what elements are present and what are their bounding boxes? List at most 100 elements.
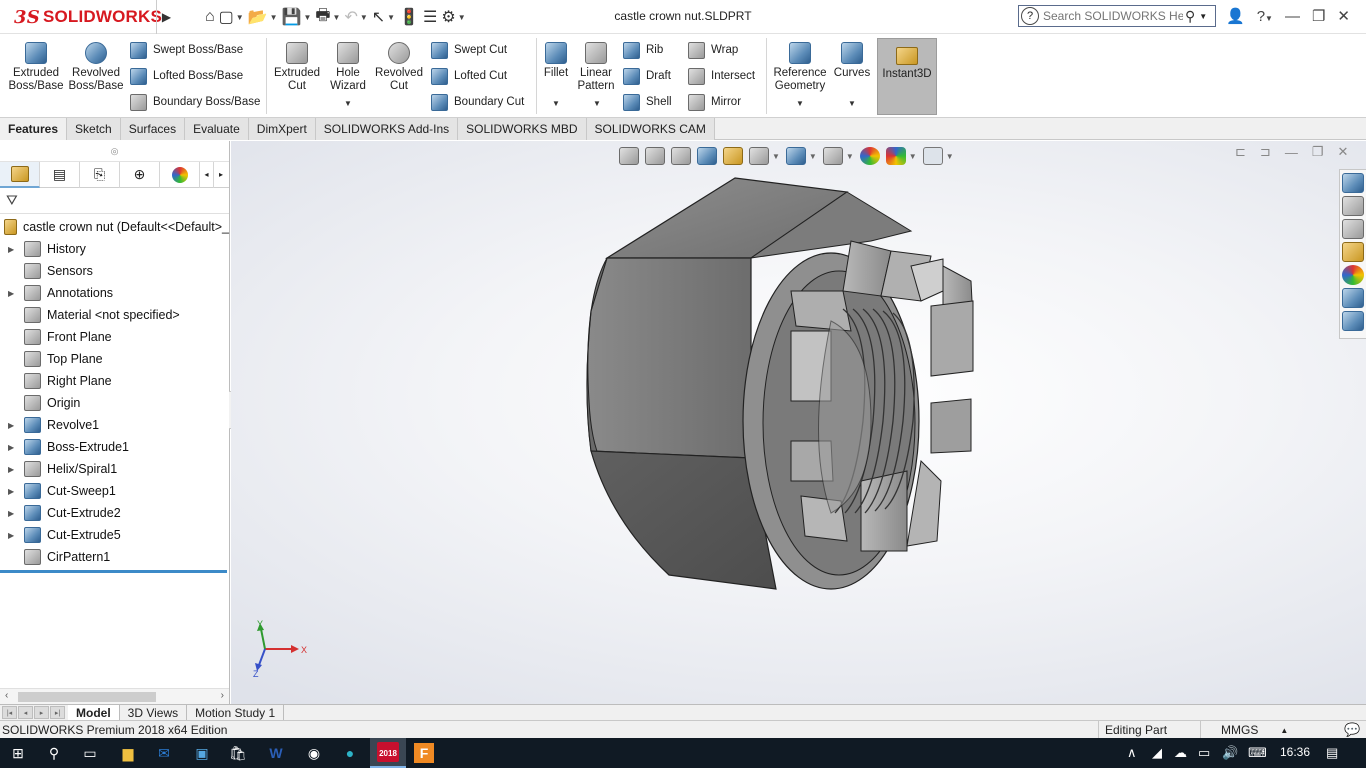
view-palette-icon[interactable] [1342, 242, 1364, 262]
appearances-scenes-icon[interactable] [1342, 265, 1364, 285]
wifi-icon[interactable]: ◢ [1152, 745, 1162, 761]
reference-geometry-dropdown-icon[interactable]: ▼ [796, 99, 804, 108]
solidworks-logo[interactable]: 3S SOLIDWORKS [14, 4, 162, 30]
word-icon[interactable]: W [264, 741, 288, 765]
menu-expand-arrow-icon[interactable]: ▶ [156, 0, 176, 34]
notifications-icon[interactable]: ▤ [1326, 745, 1338, 761]
scroll-right-icon[interactable]: › [221, 690, 224, 701]
task-view-icon[interactable]: ▭ [78, 741, 102, 765]
user-icon[interactable]: 👤 [1226, 7, 1245, 25]
store-icon[interactable]: 🛍 [226, 741, 250, 765]
close-icon[interactable]: ✕ [1337, 7, 1350, 25]
revolved-boss-button[interactable]: Revolved Boss/Base [68, 42, 124, 93]
chevron-left-icon[interactable]: ◂ [200, 161, 214, 188]
volume-icon[interactable]: 🔊 [1222, 745, 1238, 761]
tree-node[interactable]: Front Plane [0, 326, 229, 348]
swept-cut-button[interactable]: Swept Cut [431, 41, 507, 59]
prev-tab-icon[interactable]: ◂ [18, 706, 33, 719]
tree-node[interactable]: ▶ History [0, 238, 229, 260]
tab-features[interactable]: Features [0, 118, 68, 140]
linear-pattern-button[interactable]: Linear Pattern [576, 42, 616, 93]
revolved-cut-button[interactable]: Revolved Cut [374, 42, 424, 93]
unit-system-selector[interactable]: MMGS ▲ [1200, 721, 1340, 739]
graphics-area[interactable]: ▼ ▼ ▼ ▼ ▼ ⊏ ⊐ — ❐ ✕ X Y Z [231, 141, 1366, 704]
battery-icon[interactable]: ▭ [1198, 745, 1210, 761]
fillet-button[interactable]: Fillet [540, 42, 572, 80]
next-tab-icon[interactable]: ▸ [34, 706, 49, 719]
tree-node[interactable]: Top Plane [0, 348, 229, 370]
undo-icon[interactable]: ↶ ▼ [344, 6, 367, 28]
magnifier-icon[interactable]: ⚲ [1185, 8, 1195, 25]
expand-arrow-icon[interactable]: ▶ [8, 531, 18, 540]
tree-node[interactable]: ▶ Boss-Extrude1 [0, 436, 229, 458]
tree-node[interactable]: Origin [0, 392, 229, 414]
file-explorer-icon[interactable]: ▆ [116, 741, 140, 765]
chevron-down-icon[interactable]: ▼ [1199, 12, 1207, 21]
swept-boss-button[interactable]: Swept Boss/Base [130, 41, 243, 59]
lofted-boss-button[interactable]: Lofted Boss/Base [130, 67, 243, 85]
fusion-app-icon[interactable]: F [414, 743, 434, 763]
filter-funnel-icon[interactable]: ⛛ [6, 192, 18, 208]
tree-node[interactable]: Material <not specified> [0, 304, 229, 326]
rib-button[interactable]: Rib [623, 41, 663, 59]
tree-node[interactable]: ▶ Annotations [0, 282, 229, 304]
configuration-manager-tab-icon[interactable]: ⎘ [80, 161, 120, 188]
desktop-icon[interactable]: ▣ [190, 741, 214, 765]
curves-button[interactable]: Curves [832, 42, 872, 80]
tab-mbd[interactable]: SOLIDWORKS MBD [458, 118, 587, 140]
expand-arrow-icon[interactable]: ▶ [8, 509, 18, 518]
intersect-button[interactable]: Intersect [688, 67, 755, 85]
home-icon[interactable]: ⌂ [205, 6, 215, 28]
tree-node[interactable]: ▶ Cut-Extrude2 [0, 502, 229, 524]
linear-pattern-dropdown-icon[interactable]: ▼ [593, 99, 601, 108]
mail-icon[interactable]: ✉ [152, 741, 176, 765]
expand-arrow-icon[interactable]: ▶ [8, 443, 18, 452]
feature-manager-tab-icon[interactable] [0, 161, 40, 188]
mirror-button[interactable]: Mirror [688, 93, 741, 111]
tray-expand-icon[interactable]: ∧ [1127, 745, 1137, 761]
scroll-thumb[interactable] [18, 692, 156, 702]
save-icon[interactable]: 💾 ▼ [282, 6, 312, 28]
solidworks-taskbar-button[interactable]: 2018 [370, 738, 406, 768]
tab-dimxpert[interactable]: DimXpert [248, 118, 316, 140]
help-menu-icon[interactable]: ?▼ [1257, 8, 1273, 25]
hole-wizard-dropdown-icon[interactable]: ▼ [344, 99, 352, 108]
panel-grip[interactable]: ◎ [0, 141, 229, 162]
custom-properties-icon[interactable] [1342, 288, 1364, 308]
tree-node[interactable]: Sensors [0, 260, 229, 282]
rollback-bar[interactable] [0, 570, 227, 573]
lofted-cut-button[interactable]: Lofted Cut [431, 67, 507, 85]
curves-dropdown-icon[interactable]: ▼ [848, 99, 856, 108]
horizontal-scrollbar[interactable]: ‹ › [0, 688, 229, 704]
tree-node[interactable]: ▶ Cut-Extrude5 [0, 524, 229, 546]
draft-button[interactable]: Draft [623, 67, 671, 85]
tree-node[interactable]: ▶ Helix/Spiral1 [0, 458, 229, 480]
first-tab-icon[interactable]: |◂ [2, 706, 17, 719]
tab-sketch[interactable]: Sketch [67, 118, 121, 140]
last-tab-icon[interactable]: ▸| [50, 706, 65, 719]
edge-icon[interactable]: ● [338, 741, 362, 765]
file-explorer-icon[interactable] [1342, 219, 1364, 239]
property-manager-tab-icon[interactable]: ▤ [40, 161, 80, 188]
chrome-icon[interactable]: ◉ [302, 741, 326, 765]
boundary-boss-button[interactable]: Boundary Boss/Base [130, 93, 260, 111]
tab-add-ins[interactable]: SOLIDWORKS Add-Ins [315, 118, 459, 140]
tree-node[interactable]: Right Plane [0, 370, 229, 392]
hole-wizard-button[interactable]: Hole Wizard [326, 42, 370, 93]
solidworks-forum-icon[interactable] [1342, 311, 1364, 331]
instant3d-button[interactable]: Instant3D [877, 38, 937, 115]
tree-filter[interactable]: ⛛ [0, 188, 229, 214]
windows-start-icon[interactable]: ⊞ [6, 741, 30, 765]
shell-button[interactable]: Shell [623, 93, 672, 111]
quick-tips-icon[interactable]: 💬 [1344, 722, 1360, 738]
open-folder-icon[interactable]: 📂 ▼ [248, 6, 278, 28]
castle-nut-model[interactable] [231, 141, 1366, 704]
tab-surfaces[interactable]: Surfaces [120, 118, 186, 140]
tree-node[interactable]: ▶ Cut-Sweep1 [0, 480, 229, 502]
select-arrow-icon[interactable]: ↖ ▼ [372, 6, 395, 28]
new-document-icon[interactable]: ▢ ▼ [219, 6, 244, 28]
minimize-icon[interactable]: — [1285, 8, 1300, 25]
tree-node[interactable]: ▶ Revolve1 [0, 414, 229, 436]
cloud-sync-icon[interactable]: ☁ [1174, 745, 1187, 761]
extruded-cut-button[interactable]: Extruded Cut [272, 42, 322, 93]
